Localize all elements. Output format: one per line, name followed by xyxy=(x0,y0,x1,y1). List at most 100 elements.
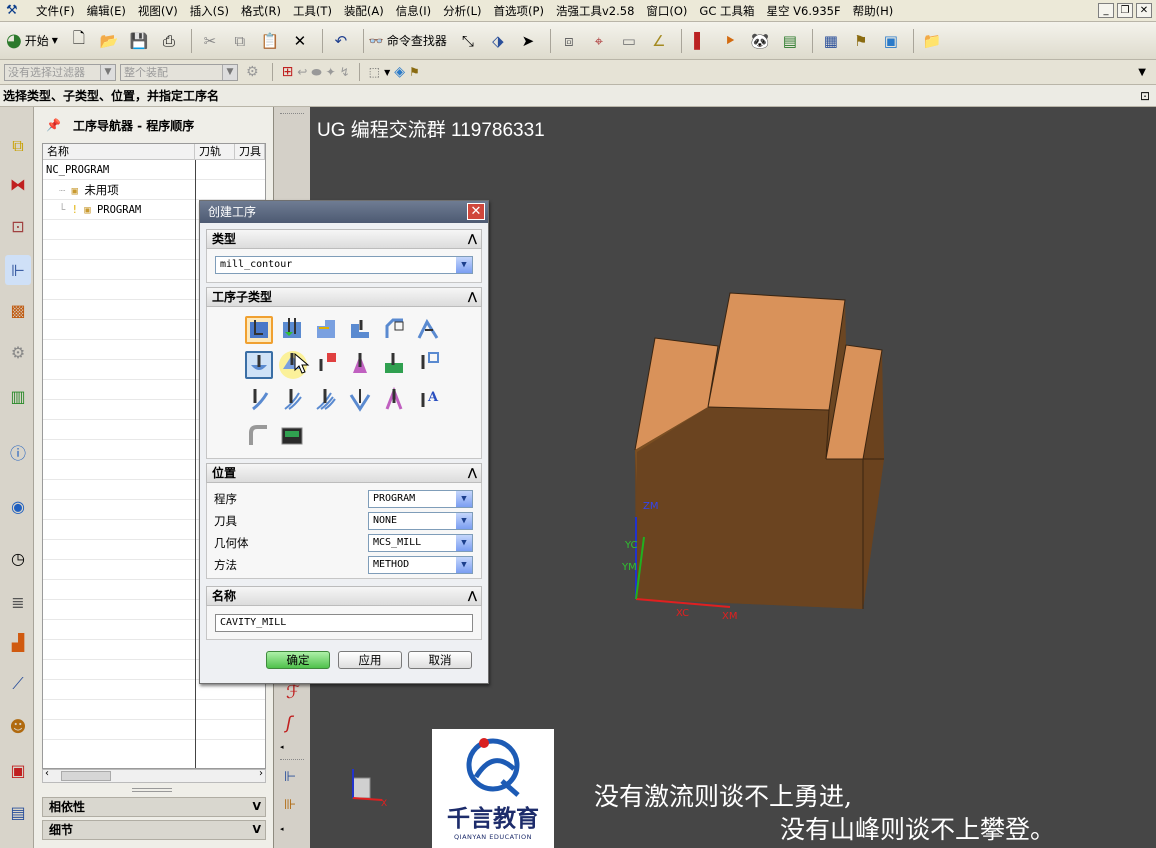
contour-area-dir-steep-icon[interactable] xyxy=(415,351,443,379)
select-filter-icon[interactable]: ⤡ xyxy=(455,28,481,54)
machine-tool-navigator-icon[interactable]: ▩ xyxy=(5,295,31,325)
name-section-header[interactable]: 名称 ⋀ xyxy=(206,586,482,606)
tree-row-nc-program[interactable]: NC_PROGRAM xyxy=(43,160,265,180)
menu-assemblies[interactable]: 装配(A) xyxy=(338,0,390,22)
details-section[interactable]: 细节 V xyxy=(42,820,266,840)
highlight-icon[interactable]: ⯈ xyxy=(717,28,743,54)
splitter-handle[interactable] xyxy=(132,788,172,792)
menu-file[interactable]: 文件(F) xyxy=(30,0,81,22)
column-toolpath[interactable]: 刀轨 xyxy=(195,144,235,159)
method-select[interactable]: METHOD ▼ xyxy=(368,556,473,574)
column-name[interactable]: 名称 xyxy=(43,144,195,159)
print-icon[interactable]: ⎙ xyxy=(156,28,182,54)
menu-help[interactable]: 帮助(H) xyxy=(847,0,900,22)
menu-analysis[interactable]: 分析(L) xyxy=(437,0,487,22)
type-select[interactable]: mill_contour ▼ xyxy=(215,256,473,274)
operation-list-icon[interactable]: ▦ xyxy=(818,28,844,54)
toolbar-overflow-icon[interactable]: ▼ xyxy=(1138,67,1146,78)
program-select[interactable]: PROGRAM ▼ xyxy=(368,490,473,508)
column-tool[interactable]: 刀具 xyxy=(235,144,265,159)
plunge-milling-icon[interactable] xyxy=(279,316,307,344)
solid-body-icon[interactable]: ⬬ xyxy=(311,65,321,80)
restore-icon[interactable]: ❐ xyxy=(1117,3,1133,18)
type-section-header[interactable]: 类型 ⋀ xyxy=(206,229,482,249)
menu-preferences[interactable]: 首选项(P) xyxy=(488,0,550,22)
menu-window[interactable]: 窗口(O) xyxy=(640,0,693,22)
curve-icon[interactable]: ℱ xyxy=(286,682,300,703)
info-object-icon[interactable]: ▌ xyxy=(687,28,713,54)
minimize-icon[interactable]: _ xyxy=(1098,3,1114,18)
tool-select[interactable]: NONE ▼ xyxy=(368,512,473,530)
layer-icon[interactable]: ⚑ xyxy=(409,65,420,79)
pointer-icon[interactable]: ➤ xyxy=(515,28,541,54)
contour-text-icon[interactable]: A xyxy=(415,387,443,415)
nc-program-icon[interactable]: ⚑ xyxy=(848,28,874,54)
cancel-button[interactable]: 取消 xyxy=(408,651,472,669)
contour-area-nonsteep-icon[interactable] xyxy=(381,351,409,379)
chevron-down-icon[interactable]: ▼ xyxy=(384,68,390,77)
menu-view[interactable]: 视图(V) xyxy=(132,0,184,22)
command-finder-button[interactable]: 👓 命令查找器 xyxy=(369,32,447,49)
roles-icon[interactable]: ▟ xyxy=(5,627,31,657)
close-icon[interactable]: ✕ xyxy=(467,203,485,220)
contour-surface-area-icon[interactable] xyxy=(313,351,341,379)
corner-rough-icon[interactable] xyxy=(313,316,341,344)
menu-gc-toolkit[interactable]: GC 工具箱 xyxy=(693,0,760,22)
pin-icon[interactable]: 📌 xyxy=(46,118,61,132)
cube-view-icon[interactable]: ◈ xyxy=(394,64,405,80)
template-icon[interactable]: ▣ xyxy=(5,755,31,785)
wcs-icon[interactable]: ⌖ xyxy=(586,28,612,54)
rectangle-select-icon[interactable]: ⬚ xyxy=(369,65,380,79)
cut-icon[interactable]: ✂ xyxy=(197,28,223,54)
save-icon[interactable]: 💾 xyxy=(126,28,152,54)
curve-rule-icon[interactable]: ↯ xyxy=(340,65,350,79)
tree-row-unused-items[interactable]: ┈ ▣ 未用项 xyxy=(43,180,265,200)
solid-profile-3d-icon[interactable] xyxy=(381,386,409,415)
cavity-mill-icon[interactable] xyxy=(245,316,273,344)
library-books-icon[interactable]: ▥ xyxy=(5,381,31,411)
rest-milling-icon[interactable] xyxy=(347,316,375,344)
trim-curve-icon[interactable]: ⊪ xyxy=(284,797,296,813)
process-studio-icon[interactable]: ≣ xyxy=(5,587,31,617)
zlevel-corner-icon[interactable] xyxy=(415,316,443,344)
flowcut-smooth-icon[interactable] xyxy=(347,387,375,415)
arrow-icon[interactable]: ↩ xyxy=(297,65,307,79)
geometry-select[interactable]: MCS_MILL ▼ xyxy=(368,534,473,552)
part-navigator-icon[interactable]: ⊡ xyxy=(5,211,31,241)
menu-haoqiang-tools[interactable]: 浩强工具v2.58 xyxy=(550,0,640,22)
web-browser-icon[interactable]: ◉ xyxy=(5,491,31,521)
toolbar-grip[interactable] xyxy=(280,759,304,762)
menu-xingkong[interactable]: 星空 V6.935F xyxy=(761,0,847,22)
assembly-navigator-icon[interactable]: ⧉ xyxy=(5,131,31,161)
reuse-library-icon[interactable]: ⚙ xyxy=(5,337,31,367)
dialog-titlebar[interactable]: 创建工序 ✕ xyxy=(200,201,488,223)
menu-tools[interactable]: 工具(T) xyxy=(287,0,338,22)
spline-icon[interactable]: ʃ xyxy=(286,713,292,734)
mill-control-icon[interactable] xyxy=(279,423,307,451)
subtype-section-header[interactable]: 工序子类型 ⋀ xyxy=(206,287,482,307)
fixed-contour-icon[interactable] xyxy=(245,351,273,379)
snap-point-icon[interactable]: ⬗ xyxy=(485,28,511,54)
gear-icon[interactable]: ⚙ xyxy=(246,64,259,80)
documents-icon[interactable]: ▤ xyxy=(5,797,31,827)
close-icon[interactable]: ✕ xyxy=(1136,3,1152,18)
ok-button[interactable]: 确定 xyxy=(266,651,330,669)
scroll-left-icon[interactable]: ‹ xyxy=(45,768,49,779)
operation-navigator-icon[interactable]: ⊩ xyxy=(5,255,31,285)
postprocess-icon[interactable]: ▣ xyxy=(878,28,904,54)
constraint-navigator-icon[interactable]: ⧓ xyxy=(5,169,31,199)
copy-icon[interactable]: ⧉ xyxy=(227,28,253,54)
history-clock-icon[interactable]: ◷ xyxy=(5,543,31,573)
location-section-header[interactable]: 位置 ⋀ xyxy=(206,463,482,483)
menu-format[interactable]: 格式(R) xyxy=(235,0,287,22)
snap-settings-icon[interactable]: ⊞ xyxy=(282,64,294,80)
type-filter-combo[interactable]: 没有选择过滤器 ▼ xyxy=(4,63,116,81)
toolbar-grip[interactable] xyxy=(280,113,304,116)
streamline-icon[interactable] xyxy=(347,351,375,379)
maximize-view-icon[interactable]: ⊡ xyxy=(1140,85,1150,107)
users-icon[interactable]: ☻ xyxy=(5,711,31,741)
menu-insert[interactable]: 插入(S) xyxy=(184,0,235,22)
scroll-right-icon[interactable]: › xyxy=(259,768,263,779)
start-button[interactable]: ◕ 开始 ▼ xyxy=(6,30,58,51)
folder-open-icon[interactable]: 📁 xyxy=(919,28,945,54)
